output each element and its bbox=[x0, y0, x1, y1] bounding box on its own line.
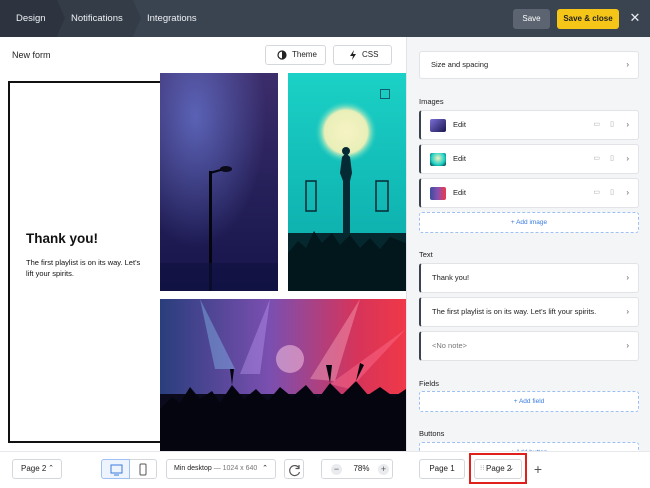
desktop-view-button[interactable] bbox=[101, 459, 130, 479]
chevron-right-icon: › bbox=[626, 120, 629, 129]
buttons-section-label: Buttons bbox=[419, 429, 445, 438]
zoom-in-button[interactable]: + bbox=[378, 464, 389, 475]
concert-image-microphone[interactable] bbox=[160, 73, 278, 291]
mobile-icon[interactable]: ▯ bbox=[610, 145, 614, 173]
css-label: CSS bbox=[362, 50, 379, 59]
theme-label: Theme bbox=[292, 50, 317, 59]
image-edit-label: Edit bbox=[453, 188, 466, 197]
expand-icon[interactable] bbox=[380, 89, 390, 99]
tab-separator bbox=[57, 0, 65, 36]
form-name: New form bbox=[12, 50, 51, 60]
image-edit-label: Edit bbox=[453, 120, 466, 129]
chevron-right-icon: › bbox=[626, 60, 629, 69]
page-select-value: Page 2 bbox=[21, 464, 47, 473]
concert-image-crowd[interactable] bbox=[160, 299, 406, 451]
top-bar: Design Notifications Integrations Save S… bbox=[0, 0, 650, 37]
theme-button[interactable]: Theme bbox=[265, 45, 326, 65]
mobile-view-button[interactable] bbox=[130, 459, 157, 479]
image-item[interactable]: Edit ▭ ▯ › bbox=[419, 110, 639, 140]
mobile-icon[interactable]: ▯ bbox=[610, 111, 614, 139]
resolution-main: Min desktop bbox=[174, 465, 212, 472]
tab-separator bbox=[133, 0, 141, 36]
images-section-label: Images bbox=[419, 97, 444, 106]
close-icon[interactable]: ✕ bbox=[628, 11, 642, 25]
tab-integrations[interactable]: Integrations bbox=[133, 0, 209, 37]
add-button-button[interactable]: + Add button bbox=[419, 442, 639, 451]
form-heading[interactable]: Thank you! bbox=[26, 231, 98, 246]
concert-image-silhouette[interactable] bbox=[288, 73, 406, 291]
lightning-icon bbox=[350, 50, 356, 60]
settings-panel: Size and spacing › Images Edit ▭ ▯ › Edi… bbox=[406, 37, 650, 451]
text-item-label: The first playlist is on its way. Let's … bbox=[432, 307, 597, 316]
add-page-button[interactable]: + bbox=[531, 461, 545, 477]
text-item[interactable]: <No note> › bbox=[419, 331, 639, 361]
contrast-icon bbox=[277, 50, 287, 60]
highlight-box bbox=[469, 453, 527, 484]
text-item-label: <No note> bbox=[432, 341, 468, 350]
rotate-icon bbox=[289, 464, 301, 477]
css-button[interactable]: CSS bbox=[333, 45, 392, 65]
image-item[interactable]: Edit ▭ ▯ › bbox=[419, 144, 639, 174]
chevron-right-icon: › bbox=[626, 341, 629, 350]
form-preview-canvas: Thank you! The first playlist is on its … bbox=[0, 73, 406, 451]
desktop-icon[interactable]: ▭ bbox=[593, 145, 600, 173]
save-button[interactable]: Save bbox=[513, 9, 550, 29]
chevron-right-icon: › bbox=[626, 154, 629, 163]
zoom-value: 78% bbox=[353, 464, 370, 473]
text-item-label: Thank you! bbox=[432, 273, 470, 282]
chevron-up-icon: ⌃ bbox=[48, 465, 54, 472]
form-subtext[interactable]: The first playlist is on its way. Let's … bbox=[26, 257, 144, 279]
desktop-icon[interactable]: ▭ bbox=[593, 111, 600, 139]
page-select[interactable]: Page 2 ⌃ bbox=[12, 459, 62, 479]
chevron-right-icon: › bbox=[626, 307, 629, 316]
save-close-button[interactable]: Save & close bbox=[557, 9, 619, 29]
image-thumbnail bbox=[430, 119, 446, 132]
resolution-size: — 1024 x 640 bbox=[213, 465, 258, 472]
image-edit-label: Edit bbox=[453, 154, 466, 163]
tab-notifications[interactable]: Notifications bbox=[57, 0, 133, 37]
text-item[interactable]: The first playlist is on its way. Let's … bbox=[419, 297, 639, 327]
image-item[interactable]: Edit ▭ ▯ › bbox=[419, 178, 639, 208]
text-item[interactable]: Thank you! › bbox=[419, 263, 639, 293]
add-image-button[interactable]: + Add image bbox=[419, 212, 639, 233]
image-thumbnail bbox=[430, 187, 446, 200]
chevron-up-icon: ⌃ bbox=[262, 465, 268, 472]
resolution-select[interactable]: Min desktop — 1024 x 640 ⌃ bbox=[166, 459, 276, 479]
page-tab-1[interactable]: Page 1 bbox=[419, 459, 465, 479]
add-field-button[interactable]: + Add field bbox=[419, 391, 639, 412]
rotate-button[interactable] bbox=[284, 459, 304, 479]
chevron-right-icon: › bbox=[626, 273, 629, 282]
desktop-icon bbox=[110, 464, 123, 476]
tab-separator bbox=[209, 0, 217, 36]
zoom-out-button[interactable]: − bbox=[331, 464, 342, 475]
text-section-label: Text bbox=[419, 250, 433, 259]
chevron-right-icon: › bbox=[626, 188, 629, 197]
size-spacing-card[interactable]: Size and spacing › bbox=[419, 51, 639, 79]
mobile-icon[interactable]: ▯ bbox=[610, 179, 614, 207]
size-spacing-label: Size and spacing bbox=[431, 60, 489, 69]
zoom-control: − 78% + bbox=[321, 459, 393, 479]
fields-section-label: Fields bbox=[419, 379, 440, 388]
mobile-icon bbox=[139, 463, 147, 476]
image-thumbnail bbox=[430, 153, 446, 166]
tab-design[interactable]: Design bbox=[0, 0, 57, 37]
desktop-icon[interactable]: ▭ bbox=[593, 179, 600, 207]
